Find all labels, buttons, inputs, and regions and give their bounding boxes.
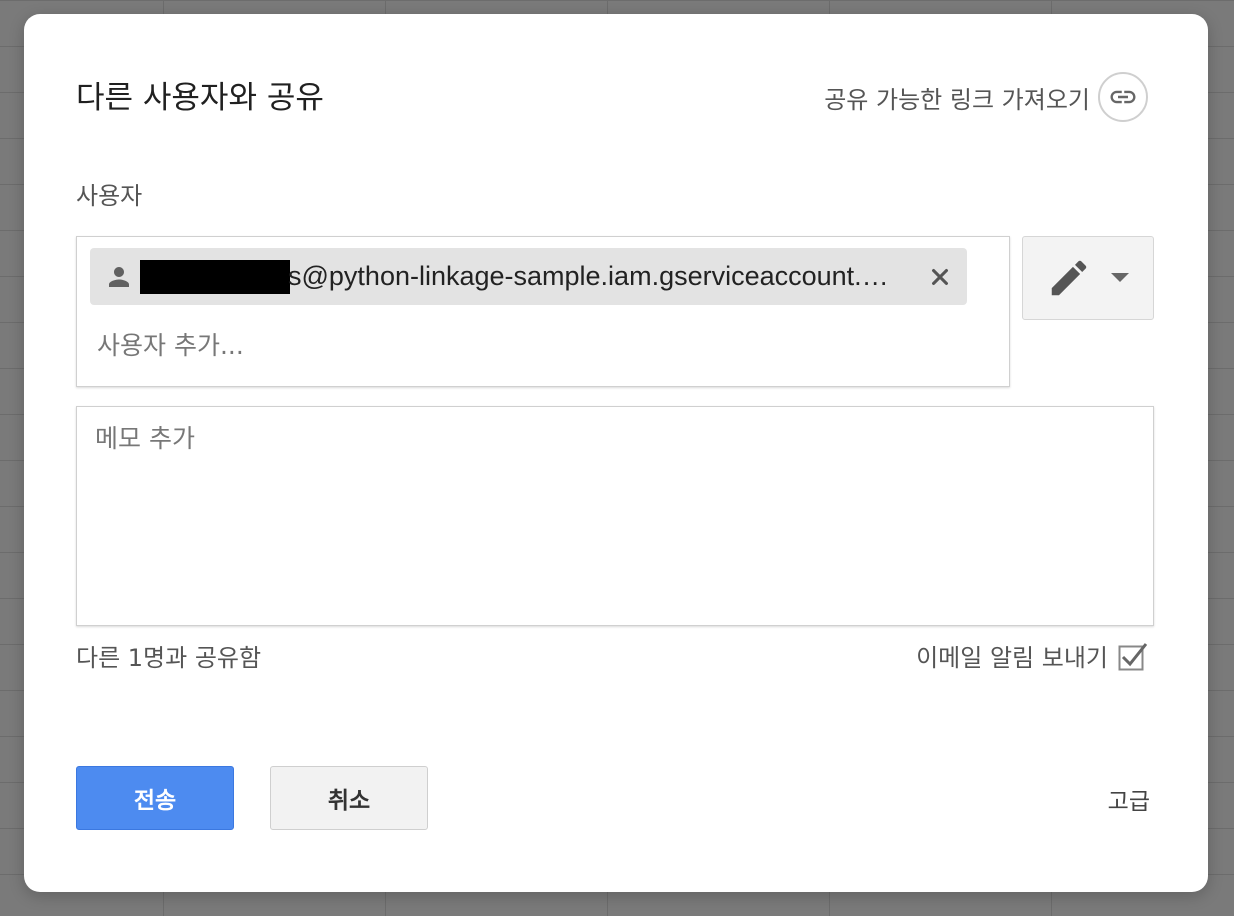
people-input-box[interactable]: s@python-linkage-sample.iam.gserviceacco… bbox=[76, 236, 1010, 387]
cancel-button[interactable]: 취소 bbox=[270, 766, 428, 830]
permission-dropdown-button[interactable] bbox=[1022, 236, 1154, 320]
add-people-input[interactable] bbox=[97, 327, 977, 363]
get-shareable-link-button[interactable]: 공유 가능한 링크 가져오기 bbox=[824, 70, 1148, 124]
user-chip: s@python-linkage-sample.iam.gserviceacco… bbox=[90, 248, 967, 305]
link-icon[interactable] bbox=[1098, 72, 1148, 122]
person-icon bbox=[109, 266, 129, 287]
dialog-title: 다른 사용자와 공유 bbox=[76, 80, 324, 116]
get-shareable-link-label: 공유 가능한 링크 가져오기 bbox=[824, 85, 1090, 114]
share-dialog: 다른 사용자와 공유 공유 가능한 링크 가져오기 사용자 s@python-l… bbox=[24, 14, 1208, 892]
advanced-link[interactable]: 고급 bbox=[1108, 782, 1150, 816]
chip-email: s@python-linkage-sample.iam.gserviceacco… bbox=[288, 261, 889, 291]
people-label: 사용자 bbox=[76, 182, 143, 210]
redacted-block bbox=[140, 259, 290, 294]
caret-down-icon bbox=[1111, 273, 1129, 282]
remove-chip-icon[interactable] bbox=[929, 266, 951, 288]
notify-label: 이메일 알림 보내기 bbox=[916, 644, 1108, 672]
notify-row: 이메일 알림 보내기 bbox=[916, 638, 1148, 673]
memo-textarea[interactable] bbox=[76, 406, 1154, 626]
pencil-icon bbox=[1051, 260, 1087, 296]
send-button[interactable]: 전송 bbox=[76, 766, 234, 830]
shared-count-text: 다른 1명과 공유함 bbox=[76, 644, 262, 672]
notify-checkbox[interactable] bbox=[1118, 641, 1148, 671]
